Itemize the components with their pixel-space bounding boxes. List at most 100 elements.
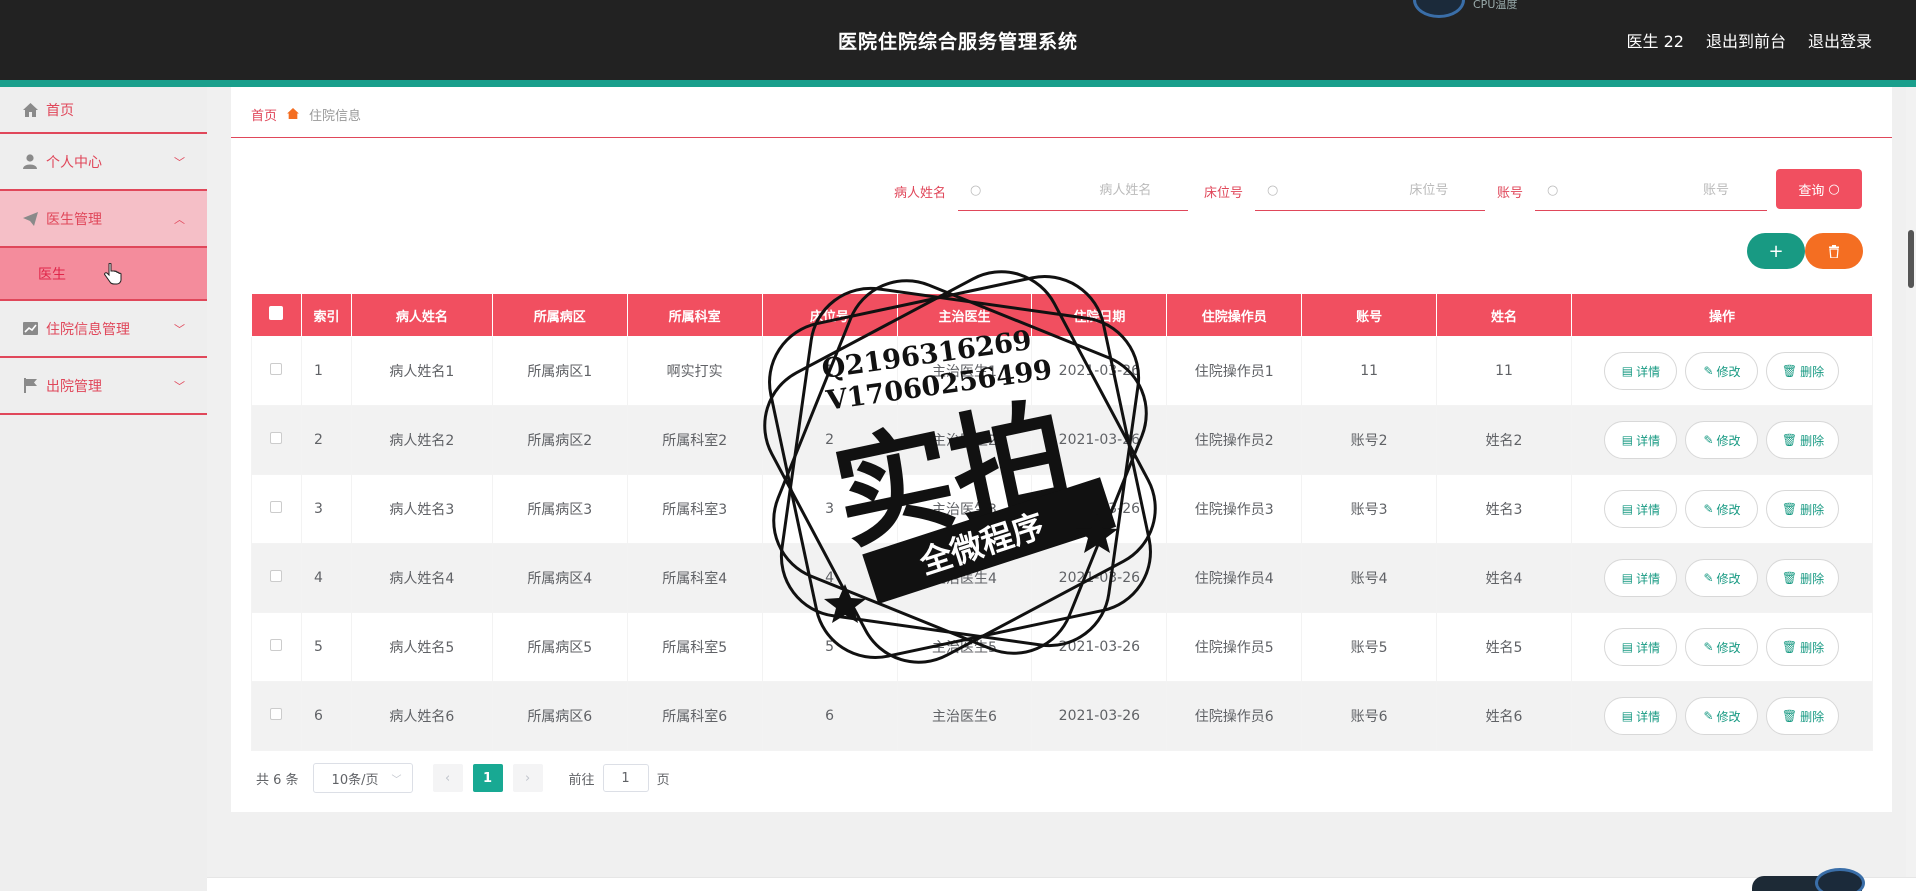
detail-button[interactable]: ▤ 详情 bbox=[1604, 559, 1678, 597]
back-to-front-link[interactable]: 退出到前台 bbox=[1706, 28, 1786, 52]
delete-button[interactable]: 🗑 删除 bbox=[1766, 352, 1840, 390]
delete-button[interactable]: 🗑 删除 bbox=[1766, 421, 1840, 459]
scrollbar-thumb[interactable] bbox=[1908, 230, 1914, 288]
sidebar-item-inpatient-info[interactable]: 住院信息管理 ﹀ bbox=[0, 301, 207, 358]
edit-button[interactable]: ✎ 修改 bbox=[1685, 421, 1759, 459]
edit-button[interactable]: ✎ 修改 bbox=[1685, 352, 1759, 390]
table-cell: 病人姓名1 bbox=[350, 336, 493, 406]
row-select-cell[interactable] bbox=[251, 543, 302, 613]
row-checkbox[interactable] bbox=[270, 432, 283, 444]
page-size-select[interactable]: 10条/页 ﹀ bbox=[312, 763, 413, 793]
table-cell: 主治医生4 bbox=[896, 543, 1033, 613]
detail-button[interactable]: ▤ 详情 bbox=[1604, 628, 1678, 666]
search-icon: ○ bbox=[1828, 181, 1840, 197]
table-cell: 病人姓名5 bbox=[350, 612, 493, 682]
column-header: 主治医生 bbox=[896, 293, 1033, 337]
table-body: 1 病人姓名1 所属病区1 啊实打实 1 主治医生1 2021-03-26 住院操作员1 11 1… bbox=[251, 336, 1874, 751]
patient-name-field[interactable]: ○ bbox=[958, 171, 1189, 211]
sidebar-item-label: 住院信息管理 bbox=[46, 321, 130, 338]
logout-link[interactable]: 退出登录 bbox=[1808, 28, 1872, 52]
table-cell: 姓名6 bbox=[1436, 681, 1572, 751]
table-cell: 11 bbox=[1301, 336, 1438, 406]
table-cell: 账号5 bbox=[1301, 612, 1438, 682]
row-checkbox[interactable] bbox=[270, 639, 283, 651]
row-checkbox[interactable] bbox=[270, 708, 283, 720]
delete-button[interactable]: 🗑 删除 bbox=[1766, 697, 1840, 735]
table-cell: 住院操作员3 bbox=[1166, 474, 1303, 544]
row-select-cell[interactable] bbox=[251, 681, 302, 751]
account-field[interactable]: ○ bbox=[1535, 171, 1768, 211]
detail-label: 详情 bbox=[1636, 640, 1661, 655]
document-icon: ▤ bbox=[1621, 502, 1634, 516]
breadcrumb-home[interactable]: 首页 bbox=[251, 105, 277, 124]
edit-button[interactable]: ✎ 修改 bbox=[1685, 559, 1759, 597]
table-cell: 4 bbox=[761, 543, 898, 613]
table-cell: 住院操作员4 bbox=[1166, 543, 1303, 613]
delete-label: 删除 bbox=[1800, 640, 1825, 655]
detail-button[interactable]: ▤ 详情 bbox=[1604, 490, 1678, 528]
row-select-cell[interactable] bbox=[251, 612, 302, 682]
table-cell: 主治医生6 bbox=[896, 681, 1033, 751]
account-input[interactable] bbox=[1559, 183, 1730, 198]
edit-button[interactable]: ✎ 修改 bbox=[1685, 697, 1759, 735]
detail-button[interactable]: ▤ 详情 bbox=[1604, 352, 1678, 390]
row-checkbox[interactable] bbox=[270, 363, 283, 375]
goto-suffix: 页 bbox=[656, 772, 670, 788]
chevron-down-icon: ﹀ bbox=[174, 155, 185, 169]
next-page-button[interactable]: › bbox=[512, 764, 543, 792]
row-checkbox[interactable] bbox=[270, 501, 283, 513]
sidebar-item-profile[interactable]: 个人中心 ﹀ bbox=[0, 134, 207, 191]
add-button[interactable]: + bbox=[1747, 233, 1805, 269]
inpatient-table: 索引 病人姓名 所属病区 所属科室 床位号 主治医生 住院日期 住院操作员 账号… bbox=[251, 293, 1874, 751]
sidebar-subitem-doctor[interactable]: 医生 bbox=[0, 248, 207, 301]
table-cell: 5 bbox=[300, 612, 352, 682]
edit-button[interactable]: ✎ 修改 bbox=[1685, 490, 1759, 528]
bed-number-field[interactable]: ○ bbox=[1255, 171, 1486, 211]
column-header: 账号 bbox=[1301, 293, 1438, 337]
trash-icon: 🗑 bbox=[1781, 433, 1798, 447]
page-number-current[interactable]: 1 bbox=[472, 764, 503, 792]
table-cell: 所属病区3 bbox=[491, 474, 628, 544]
delete-button[interactable]: 🗑 删除 bbox=[1766, 490, 1840, 528]
current-user[interactable]: 医生 22 bbox=[1627, 28, 1684, 52]
edit-button[interactable]: ✎ 修改 bbox=[1685, 628, 1759, 666]
table-cell: 2 bbox=[761, 405, 898, 475]
document-icon: ▤ bbox=[1621, 433, 1634, 447]
document-icon: ▤ bbox=[1621, 640, 1634, 654]
detail-button[interactable]: ▤ 详情 bbox=[1604, 421, 1678, 459]
prev-page-button[interactable]: ‹ bbox=[432, 764, 463, 792]
bed-number-input[interactable] bbox=[1278, 183, 1449, 198]
patient-name-input[interactable] bbox=[981, 183, 1152, 198]
delete-button[interactable]: 🗑 删除 bbox=[1766, 559, 1840, 597]
detail-button[interactable]: ▤ 详情 bbox=[1604, 697, 1678, 735]
column-header: 住院操作员 bbox=[1166, 293, 1303, 337]
search-icon: ○ bbox=[1547, 183, 1559, 198]
select-all-header[interactable] bbox=[251, 293, 302, 337]
query-button[interactable]: 查询 ○ bbox=[1776, 169, 1862, 209]
table-cell: 住院操作员5 bbox=[1166, 612, 1303, 682]
table-cell: 病人姓名3 bbox=[350, 474, 493, 544]
sidebar-item-home[interactable]: 首页 bbox=[0, 87, 207, 134]
sidebar-item-doctor-management[interactable]: 医生管理 ︿ bbox=[0, 191, 207, 248]
table-cell: 所属病区6 bbox=[491, 681, 628, 751]
chevron-down-icon: ﹀ bbox=[174, 322, 185, 336]
row-select-cell[interactable] bbox=[251, 474, 302, 544]
scrollbar-track[interactable] bbox=[1906, 87, 1916, 877]
sidebar-subitem-label: 医生 bbox=[38, 266, 66, 283]
trash-icon: 🗑 bbox=[1781, 640, 1798, 654]
delete-button[interactable]: 🗑 删除 bbox=[1766, 628, 1840, 666]
sidebar-item-discharge[interactable]: 出院管理 ﹀ bbox=[0, 358, 207, 415]
column-header: 住院日期 bbox=[1031, 293, 1168, 337]
batch-delete-button[interactable] bbox=[1805, 233, 1863, 269]
column-header: 操作 bbox=[1570, 293, 1874, 337]
trash-icon: 🗑 bbox=[1781, 709, 1798, 723]
search-icon: ○ bbox=[970, 183, 982, 198]
home-icon bbox=[287, 107, 299, 122]
row-select-cell[interactable] bbox=[251, 336, 302, 406]
select-all-checkbox[interactable] bbox=[269, 306, 284, 320]
table-cell: 主治医生5 bbox=[896, 612, 1033, 682]
table-cell: 所属科室2 bbox=[626, 405, 763, 475]
row-select-cell[interactable] bbox=[251, 405, 302, 475]
row-checkbox[interactable] bbox=[270, 570, 283, 582]
goto-page-input[interactable] bbox=[602, 764, 649, 792]
